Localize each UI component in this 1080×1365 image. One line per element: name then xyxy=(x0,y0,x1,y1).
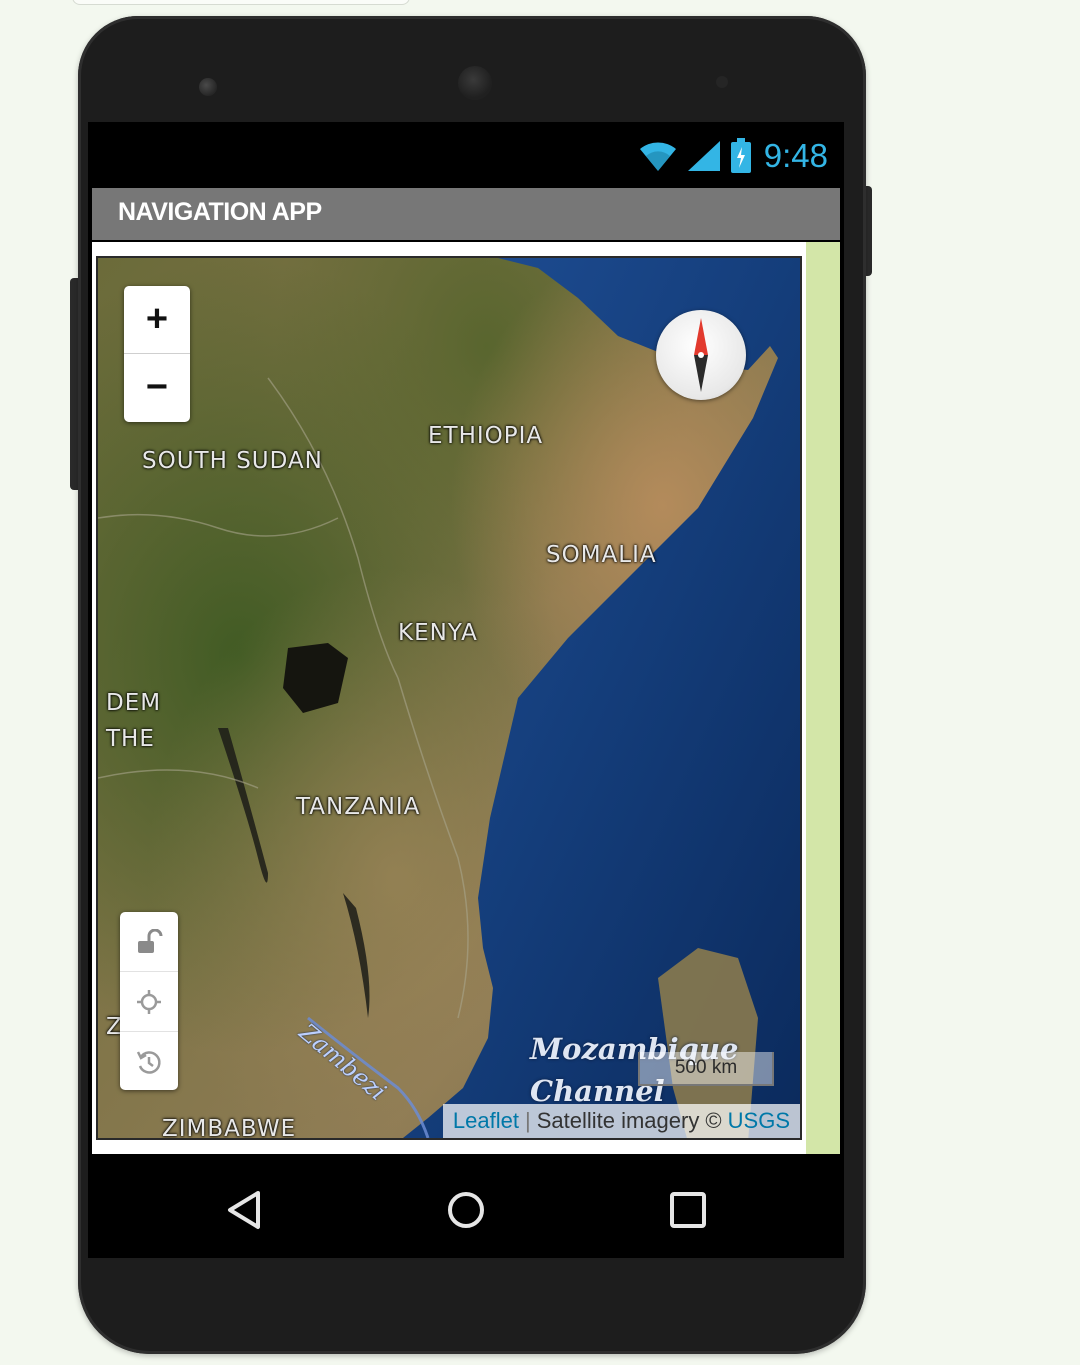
label-somalia: SOMALIA xyxy=(546,542,657,568)
signal-icon xyxy=(686,139,722,173)
satellite-map[interactable]: SOUTH SUDAN ETHIOPIA SOMALIA KENYA DEM T… xyxy=(96,256,802,1140)
history-icon[interactable] xyxy=(120,1032,178,1091)
light-sensor xyxy=(716,76,728,88)
locate-icon[interactable] xyxy=(120,972,178,1032)
label-kenya: KENYA xyxy=(398,620,478,646)
recent-apps-icon[interactable] xyxy=(664,1186,712,1234)
label-tanzania: TANZANIA xyxy=(296,794,421,820)
content-area: SOUTH SUDAN ETHIOPIA SOMALIA KENYA DEM T… xyxy=(92,242,840,1154)
proximity-sensor xyxy=(199,78,217,96)
scale-bar: 500 km xyxy=(638,1052,774,1086)
navigation-bar xyxy=(88,1162,844,1258)
map-tools xyxy=(120,912,178,1090)
zoom-in-button[interactable]: + xyxy=(124,286,190,354)
label-south-sudan: SOUTH SUDAN xyxy=(142,448,323,474)
label-the: THE xyxy=(106,726,155,752)
zoom-control: + − xyxy=(124,286,190,422)
status-time: 9:48 xyxy=(763,137,828,174)
status-bar: 9:48 xyxy=(88,122,844,186)
imagery-credit: Satellite imagery © xyxy=(536,1108,722,1133)
usgs-link[interactable]: USGS xyxy=(728,1108,790,1134)
label-ethiopia: ETHIOPIA xyxy=(428,423,544,449)
front-camera xyxy=(458,66,492,100)
page-edge xyxy=(72,0,410,5)
map-attribution: Leaflet | Satellite imagery © USGS xyxy=(442,1104,800,1138)
side-panel xyxy=(806,242,840,1154)
lock-icon[interactable] xyxy=(120,912,178,972)
phone-screen: 9:48 NAVIGATION APP SOUTH SUDAN ETHIOPIA… xyxy=(88,122,844,1258)
attribution-separator: | xyxy=(524,1108,531,1133)
wifi-icon xyxy=(638,139,678,173)
leaflet-link[interactable]: Leaflet xyxy=(453,1108,519,1134)
compass-icon[interactable] xyxy=(656,310,746,400)
battery-icon xyxy=(730,138,752,174)
home-icon[interactable] xyxy=(442,1186,490,1234)
label-zimbabwe: ZIMBABWE xyxy=(162,1116,297,1140)
zoom-out-button[interactable]: − xyxy=(124,354,190,421)
label-dem: DEM xyxy=(106,690,162,716)
app-title: NAVIGATION APP xyxy=(118,198,322,226)
back-icon[interactable] xyxy=(220,1186,268,1234)
app-title-bar: NAVIGATION APP xyxy=(92,188,840,240)
